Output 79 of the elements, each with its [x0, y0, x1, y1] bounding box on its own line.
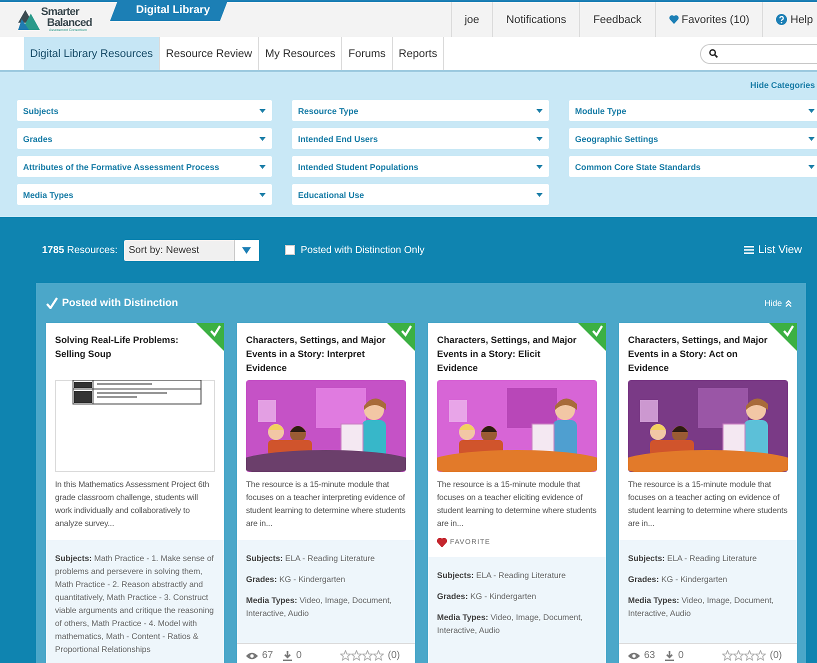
filter-dropdown[interactable]: Intended Student Populations [292, 156, 549, 177]
card-meta: Subjects: Math Practice - 1. Make sense of problems and persevere in solving them, Math Practice - 2. Reason abstractly and quantitatively, Math Practice - 3. Construct viable arguments and critique the reasoning of others, Math Practice - 4. Model with mathematics, Math - Content - Ratios & Proportional Relationships [55, 553, 215, 656]
card-meta: Subjects: ELA - Reading Literature [628, 553, 758, 565]
card-meta: Grades: KG - Kindergarten [246, 574, 346, 586]
logo-text: Balanced [47, 18, 92, 29]
heart-icon [437, 538, 447, 547]
resource-card[interactable] [46, 323, 224, 663]
card-meta: Grades: KG - Kindergarten [628, 574, 728, 586]
check-icon [46, 297, 58, 309]
heart-icon [668, 15, 679, 24]
product-tab[interactable]: Digital Library [110, 0, 228, 21]
search-icon [709, 49, 718, 58]
chevron-up-icon [785, 300, 792, 306]
card-meta: Media Types: Video, Image, Document, Interactive, Audio [246, 595, 393, 620]
logo-text: Smarter [41, 6, 80, 18]
caret-icon [808, 136, 815, 140]
filter-dropdown[interactable]: Geographic Settings [569, 128, 817, 149]
checkbox[interactable] [284, 245, 295, 255]
filter-dropdown[interactable]: Grades [17, 128, 272, 149]
hide-categories-link[interactable]: Hide Categories [750, 80, 817, 94]
nav-tab[interactable]: Resource Review [160, 37, 260, 70]
caret-icon [259, 108, 266, 112]
resource-card[interactable] [237, 323, 415, 663]
caret-icon [259, 192, 266, 196]
filter-dropdown[interactable]: Module Type [569, 100, 817, 121]
caret-icon [259, 164, 266, 168]
download-icon [283, 650, 292, 660]
filter-dropdown[interactable]: Subjects [17, 100, 272, 121]
nav-tab[interactable]: Forums [342, 37, 393, 70]
nav-tab[interactable]: Reports [392, 37, 444, 70]
view-count: 63 [644, 650, 656, 661]
filter-dropdown[interactable]: Media Types [17, 184, 272, 205]
checkbox-label: Posted with Distinction Only [300, 244, 425, 256]
help-icon [776, 14, 788, 25]
resource-card[interactable] [619, 323, 797, 663]
card-title[interactable]: Characters, Settings, and Major Events in a Story: Elicit Evidence [437, 333, 597, 375]
caret-icon [242, 246, 252, 254]
list-icon [744, 246, 754, 254]
caret-icon [808, 164, 815, 168]
caret-icon [259, 136, 266, 140]
card-title[interactable]: Solving Real-Life Problems: Selling Soup [55, 333, 215, 375]
card-meta: Subjects: ELA - Reading Literature [437, 570, 567, 582]
nav-tab[interactable]: Digital Library Resources [24, 37, 160, 70]
eye-icon [628, 652, 640, 660]
card-description: The resource is a 15-minute module that focuses on a teacher acting on evidence of student learning to determine where students are in... [628, 479, 788, 530]
filter-dropdown[interactable]: Resource Type [292, 100, 549, 121]
view-count: 67 [262, 650, 274, 661]
resource-count: 1785 Resources: [42, 244, 118, 256]
card-title[interactable]: Characters, Settings, and Major Events in a Story: Interpret Evidence [246, 333, 406, 375]
filter-dropdown[interactable]: Educational Use [292, 184, 549, 205]
filter-dropdown[interactable]: Intended End Users [292, 128, 549, 149]
download-icon [665, 650, 674, 660]
nav-tab[interactable]: My Resources [259, 37, 342, 70]
card-meta: Media Types: Video, Image, Document, Interactive, Audio [437, 612, 584, 637]
card-description: The resource is a 15-minute module that focuses on a teacher interpreting evidence of student learning to determine where students are in... [246, 479, 406, 530]
caret-icon [536, 164, 543, 168]
card-title[interactable]: Characters, Settings, and Major Events in a Story: Act on Evidence [628, 333, 788, 375]
download-count: 0 [296, 650, 302, 661]
search-field[interactable] [700, 44, 817, 64]
resource-card[interactable] [428, 323, 606, 663]
card-meta: Subjects: ELA - Reading Literature [246, 553, 376, 565]
rating-count: (0) [770, 650, 782, 661]
card-meta: Media Types: Video, Image, Document, Interactive, Audio [628, 595, 775, 620]
caret-icon [536, 108, 543, 112]
caret-icon [536, 136, 543, 140]
filter-dropdown[interactable]: Common Core State Standards [569, 156, 817, 177]
eye-icon [246, 652, 258, 660]
card-description: The resource is a 15-minute module that focuses on a teacher eliciting evidence of student learning to determine where students are in... [437, 479, 597, 530]
list-view-button[interactable]: List View [744, 244, 806, 256]
caret-icon [808, 108, 815, 112]
caret-icon [536, 192, 543, 196]
filter-dropdown[interactable]: Attributes of the Formative Assessment Process [17, 156, 272, 177]
rating-count: (0) [388, 650, 400, 661]
panel-title: Posted with Distinction [62, 297, 178, 309]
download-count: 0 [678, 650, 684, 661]
card-meta: Grades: KG - Kindergarten [437, 591, 538, 603]
sort-dropdown[interactable]: Sort by: Newest [124, 240, 259, 260]
logo-icon [18, 10, 40, 30]
card-description: In this Mathematics Assessment Project 6th grade classroom challenge, students will work individually and collaboratively to analyze survey... [55, 479, 210, 530]
